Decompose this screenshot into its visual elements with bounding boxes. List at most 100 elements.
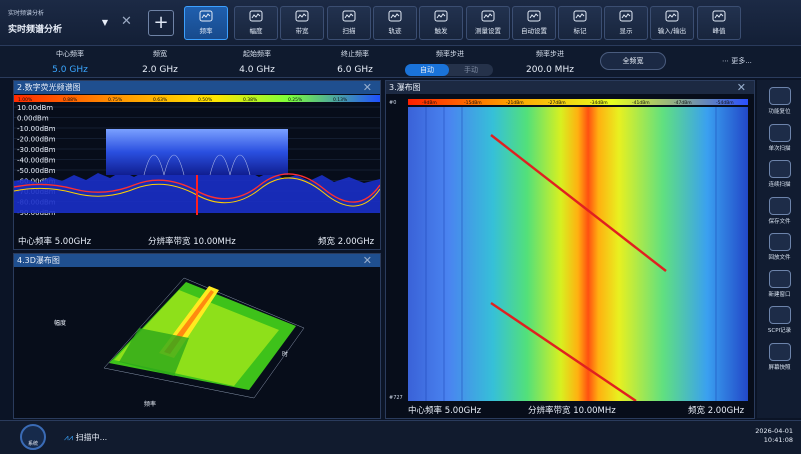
- waterfall-first-row: #0: [389, 100, 396, 106]
- y-tick-label: -50.00dBm: [17, 167, 56, 175]
- center-frequency-value: 5.0 GHz: [52, 65, 88, 75]
- frequency-step-label: 频率步进: [436, 50, 464, 58]
- more-icon: ⋯: [722, 57, 732, 65]
- toolbar-button-4[interactable]: 轨迹: [373, 6, 417, 40]
- close-icon[interactable]: ✕: [363, 81, 372, 94]
- waterfall-3d-title: 4.3D瀑布图: [17, 256, 60, 265]
- auto-icon: [527, 10, 541, 22]
- bars-icon: [249, 10, 263, 22]
- stop-frequency-value: 6.0 GHz: [337, 65, 373, 75]
- panel-title: 4.3D瀑布图: [14, 254, 380, 267]
- action-icon: [768, 196, 791, 215]
- toolbar-label: 扫描: [342, 27, 356, 35]
- waterfall-title: 3.瀑布图: [389, 83, 421, 92]
- scan-status-text: 扫描中...: [75, 433, 108, 442]
- add-window-button[interactable]: +: [148, 10, 174, 36]
- toolbar-button-11[interactable]: 峰值: [697, 6, 741, 40]
- chevron-down-icon: ▼: [101, 18, 108, 27]
- stop-frequency[interactable]: 终止频率 6.0 GHz: [313, 49, 397, 75]
- toolbar-label: 频率: [199, 27, 213, 35]
- close-icon[interactable]: ✕: [121, 14, 132, 29]
- y-tick-label: -10.00dBm: [17, 125, 56, 133]
- start-frequency[interactable]: 起始频率 4.0 GHz: [215, 49, 299, 75]
- toolbar-button-1[interactable]: 幅度: [234, 6, 278, 40]
- action-icon: [768, 269, 791, 288]
- waterfall-scale-label: -54dBm: [716, 100, 734, 106]
- dpx-spectrum-title: 2.数字荧光频谱图: [17, 83, 81, 92]
- spectrum-rbw-label: 分辨率带宽 10.00MHz: [148, 237, 236, 247]
- clock: 2026-04-01 10:41:08: [755, 427, 793, 445]
- action-icon: [768, 233, 791, 251]
- clock-icon: [342, 10, 356, 22]
- toolbar-button-7[interactable]: 自动设置: [512, 6, 556, 40]
- eye-icon: [619, 10, 633, 22]
- center-frequency[interactable]: 中心频率 5.0 GHz: [28, 49, 112, 75]
- toolbar-button-0[interactable]: 频率: [184, 6, 228, 40]
- y-tick-label: -20.00dBm: [17, 136, 56, 144]
- dpx-spectrum-plot: 1.00% 0.88% 0.75% 0.63% 0.50% 0.38% 0.25% 0.13%…: [14, 95, 380, 217]
- more-button[interactable]: ⋯ 更多...: [722, 56, 752, 66]
- dpx-spectrum-panel[interactable]: 2.数字荧光频谱图 ✕ 1.00% 0.88% 0.75% 0.63% 0.50% 0.3…: [13, 80, 381, 250]
- color-scale-label: 0.88%: [63, 97, 78, 103]
- toolbar-label: 幅度: [249, 27, 263, 35]
- color-scale-label: 0.38%: [243, 97, 258, 103]
- flag-icon: [573, 10, 587, 22]
- action-button-0[interactable]: 功能复位: [761, 84, 798, 122]
- action-button-6[interactable]: SCPI记录: [761, 303, 798, 341]
- right-action-bar: 功能复位单次扫描连续扫描保存文件回放文件新建窗口 SCPI记录 屏幕快照: [757, 80, 801, 418]
- action-label: 回放文件: [768, 255, 791, 261]
- spectrum-center-label: 中心频率 5.00GHz: [18, 237, 92, 247]
- action-label: SCPI记录: [767, 328, 792, 334]
- action-button-1[interactable]: 单次扫描: [761, 121, 798, 159]
- waterfall-3d-panel[interactable]: 4.3D瀑布图 ✕ 幅度 频率 时: [13, 253, 381, 419]
- waterfall-scale-bar: [408, 99, 748, 105]
- toolbar-button-2[interactable]: 带宽: [280, 6, 324, 40]
- action-button-5[interactable]: 新建窗口: [761, 267, 798, 305]
- waterfall-panel[interactable]: 3.瀑布图 ✕ -9dBm -15dBm -21dBm -27dBm -34dBm -41…: [385, 80, 755, 419]
- full-span-button[interactable]: 全频宽: [600, 52, 666, 70]
- peak-icon: [712, 10, 726, 22]
- y-tick-label: 10.00dBm: [17, 104, 53, 112]
- bandwidth-icon: [295, 10, 309, 22]
- toolbar-button-6[interactable]: 测量设置: [466, 6, 510, 40]
- toolbar-button-8[interactable]: 标记: [558, 6, 602, 40]
- y-tick-label: 0.00dBm: [17, 115, 49, 123]
- signal-icon: ⩘⩘: [64, 433, 76, 442]
- toolbar-button-9[interactable]: 显示: [604, 6, 648, 40]
- action-button-2[interactable]: 连续扫描: [761, 157, 798, 195]
- axis-amplitude-label: 幅度: [54, 319, 66, 327]
- step-mode-toggle[interactable]: 自动 手动: [405, 64, 493, 76]
- y-tick-label: -30.00dBm: [17, 146, 56, 154]
- action-button-4[interactable]: 回放文件: [761, 230, 798, 268]
- toolbar-label: 峰值: [712, 27, 726, 35]
- toolbar-button-3[interactable]: 扫描: [327, 6, 371, 40]
- time-text: 10:41:08: [763, 436, 793, 444]
- action-label: 单次扫描: [768, 145, 791, 152]
- mode-selector[interactable]: 实时频谱分析 实时频谱分析 ▼: [0, 0, 118, 46]
- axis-frequency-label: 频率: [144, 400, 156, 408]
- action-icon: [768, 342, 791, 361]
- step-manual-option[interactable]: 手动: [449, 64, 493, 76]
- action-icon: [768, 87, 791, 105]
- trace-icon: [388, 10, 402, 22]
- action-label: 连续扫描: [768, 182, 791, 188]
- close-icon[interactable]: ✕: [363, 254, 372, 267]
- top-toolbar: 实时频谱分析 实时频谱分析 ▼ ✕ + 频率 幅度 带宽 扫描 轨迹 触发 测量设置 自动设置…: [0, 0, 801, 46]
- start-frequency-label: 起始频率: [243, 50, 271, 58]
- axis-time-label: 时: [282, 350, 288, 358]
- action-button-3[interactable]: 保存文件: [761, 194, 798, 232]
- waterfall-plot: -9dBm -15dBm -21dBm -27dBm -34dBm -41dBm -47dB…: [389, 99, 748, 401]
- amplitude-step[interactable]: 频率步进 200.0 MHz: [508, 49, 592, 75]
- step-auto-option[interactable]: 自动: [405, 64, 449, 76]
- action-label: 屏幕快照: [768, 364, 791, 371]
- system-button[interactable]: 系统: [20, 424, 46, 450]
- action-button-7[interactable]: 屏幕快照: [761, 340, 798, 378]
- toolbar-button-5[interactable]: 触发: [419, 6, 463, 40]
- close-icon[interactable]: ✕: [737, 81, 746, 94]
- toolbar-label: 带宽: [295, 27, 309, 35]
- start-frequency-value: 4.0 GHz: [239, 65, 275, 75]
- date-text: 2026-04-01: [755, 427, 793, 435]
- span[interactable]: 频宽 2.0 GHz: [118, 49, 202, 75]
- toolbar-button-10[interactable]: 输入/输出: [650, 6, 694, 40]
- amplitude-step-value: 200.0 MHz: [526, 65, 574, 75]
